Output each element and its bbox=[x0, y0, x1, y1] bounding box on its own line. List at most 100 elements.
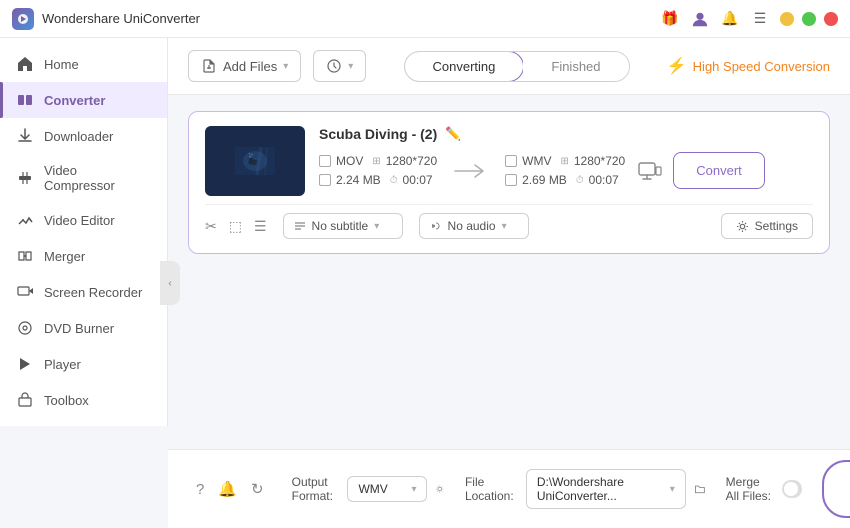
format-settings-icon[interactable] bbox=[435, 481, 444, 497]
file-name-row: Scuba Diving - (2) ✏️ bbox=[319, 126, 813, 142]
file-thumbnail bbox=[205, 126, 305, 196]
merge-files-section: Merge All Files: bbox=[726, 475, 802, 503]
sidebar-label-home: Home bbox=[44, 57, 79, 72]
file-info: Scuba Diving - (2) ✏️ MOV ⊞ 1280*720 bbox=[319, 126, 813, 189]
high-speed-section: ⚡ High Speed Conversion bbox=[667, 56, 830, 76]
copy-icon[interactable]: ⬚ bbox=[229, 218, 242, 235]
titlebar-left: Wondershare UniConverter bbox=[12, 8, 200, 30]
target-size: 2.69 MB bbox=[522, 173, 567, 187]
sidebar-label-player: Player bbox=[44, 357, 81, 372]
source-format-label: MOV bbox=[336, 154, 363, 168]
output-format-select[interactable]: WMV ▾ bbox=[347, 476, 427, 502]
menu-icon[interactable]: ☰ bbox=[750, 9, 770, 29]
maximize-button[interactable] bbox=[802, 12, 816, 26]
edit-name-icon[interactable]: ✏️ bbox=[445, 126, 461, 142]
path-caret: ▾ bbox=[670, 484, 675, 495]
add-media-button[interactable]: ▾ bbox=[313, 50, 366, 82]
compressor-icon bbox=[16, 169, 34, 187]
target-duration-icon: ⏱ bbox=[576, 175, 584, 186]
app-logo bbox=[12, 8, 34, 30]
source-format: MOV ⊞ 1280*720 2.24 MB ⏱ 00:07 bbox=[319, 154, 437, 187]
source-duration: 00:07 bbox=[403, 173, 433, 187]
conversion-info: MOV ⊞ 1280*720 2.24 MB ⏱ 00:07 bbox=[319, 152, 813, 189]
sidebar-label-editor: Video Editor bbox=[44, 213, 115, 228]
lightning-icon: ⚡ bbox=[667, 56, 687, 76]
gift-icon[interactable]: 🎁 bbox=[660, 9, 680, 29]
folder-icon[interactable] bbox=[694, 481, 706, 497]
source-size-icon bbox=[319, 174, 331, 186]
window-controls bbox=[780, 12, 838, 26]
source-format-row: MOV ⊞ 1280*720 bbox=[319, 154, 437, 168]
sidebar-item-toolbox[interactable]: Toolbox bbox=[0, 382, 167, 418]
sidebar-item-dvd-burner[interactable]: DVD Burner bbox=[0, 310, 167, 346]
minimize-button[interactable] bbox=[780, 12, 794, 26]
user-icon[interactable] bbox=[690, 9, 710, 29]
player-icon bbox=[16, 355, 34, 373]
device-export-icon[interactable] bbox=[633, 155, 665, 187]
subtitle-dropdown[interactable]: No subtitle ▾ bbox=[283, 213, 403, 239]
target-resolution-icon: ⊞ bbox=[560, 156, 568, 167]
target-format-icon bbox=[505, 155, 517, 167]
sidebar-item-video-compressor[interactable]: Video Compressor bbox=[0, 154, 167, 202]
help-icon[interactable]: ? bbox=[196, 481, 204, 498]
add-files-label: Add Files bbox=[223, 59, 277, 74]
subtitle-label: No subtitle bbox=[312, 219, 369, 233]
titlebar-right: 🎁 🔔 ☰ bbox=[660, 9, 838, 29]
source-format-icon bbox=[319, 155, 331, 167]
convert-button[interactable]: Convert bbox=[673, 152, 765, 189]
sidebar-item-merger[interactable]: Merger bbox=[0, 238, 167, 274]
sidebar-label-recorder: Screen Recorder bbox=[44, 285, 142, 300]
file-name-text: Scuba Diving - (2) bbox=[319, 126, 437, 142]
merge-toggle[interactable] bbox=[782, 480, 802, 498]
sidebar-label-downloader: Downloader bbox=[44, 129, 113, 144]
dvd-icon bbox=[16, 319, 34, 337]
tab-finished[interactable]: Finished bbox=[523, 52, 628, 81]
start-all-button[interactable]: Start All bbox=[822, 460, 850, 518]
high-speed-label: High Speed Conversion bbox=[693, 59, 830, 74]
toolbar-left: Add Files ▾ ▾ bbox=[188, 50, 366, 82]
downloader-icon bbox=[16, 127, 34, 145]
file-location-path[interactable]: D:\Wondershare UniConverter... ▾ bbox=[526, 469, 686, 509]
tab-group: Converting Finished bbox=[404, 51, 630, 82]
sidebar-item-player[interactable]: Player bbox=[0, 346, 167, 382]
sidebar-container: Home Converter Downloader bbox=[0, 38, 168, 528]
close-button[interactable] bbox=[824, 12, 838, 26]
add-files-button[interactable]: Add Files ▾ bbox=[188, 50, 301, 82]
sidebar-item-converter[interactable]: Converter bbox=[0, 82, 167, 118]
bottom-bar: ? 🔔 ↻ Output Format: WMV ▾ File Location… bbox=[168, 449, 850, 528]
tab-converting[interactable]: Converting bbox=[404, 51, 525, 82]
source-resolution-icon: ⊞ bbox=[372, 156, 380, 167]
bell-icon[interactable]: 🔔 bbox=[720, 9, 740, 29]
file-location-value: D:\Wondershare UniConverter... bbox=[537, 475, 662, 503]
audio-dropdown[interactable]: No audio ▾ bbox=[419, 213, 529, 239]
sidebar: Home Converter Downloader bbox=[0, 38, 168, 426]
sidebar-item-video-editor[interactable]: Video Editor bbox=[0, 202, 167, 238]
tool-icons: ✂ ⬚ ☰ bbox=[205, 218, 267, 235]
main-layout: Home Converter Downloader bbox=[0, 38, 850, 528]
toolbar: Add Files ▾ ▾ Converting Finished ⚡ High… bbox=[168, 38, 850, 95]
notification-icon[interactable]: 🔔 bbox=[218, 480, 237, 498]
sidebar-item-screen-recorder[interactable]: Screen Recorder bbox=[0, 274, 167, 310]
titlebar: Wondershare UniConverter 🎁 🔔 ☰ bbox=[0, 0, 850, 38]
sidebar-item-home[interactable]: Home bbox=[0, 46, 167, 82]
target-size-icon bbox=[505, 174, 517, 186]
refresh-icon[interactable]: ↻ bbox=[251, 480, 264, 498]
source-size-row: 2.24 MB ⏱ 00:07 bbox=[319, 173, 437, 187]
sidebar-item-downloader[interactable]: Downloader bbox=[0, 118, 167, 154]
add-dropdown-caret: ▾ bbox=[283, 61, 288, 72]
file-list: Scuba Diving - (2) ✏️ MOV ⊞ 1280*720 bbox=[168, 95, 850, 449]
audio-label: No audio bbox=[448, 219, 496, 233]
toggle-knob bbox=[784, 482, 798, 496]
editor-icon bbox=[16, 211, 34, 229]
merge-files-label: Merge All Files: bbox=[726, 475, 774, 503]
settings-button[interactable]: Settings bbox=[721, 213, 813, 239]
subtitle-caret: ▾ bbox=[374, 221, 379, 232]
scissors-icon[interactable]: ✂ bbox=[205, 218, 217, 235]
audio-caret: ▾ bbox=[502, 221, 507, 232]
home-icon bbox=[16, 55, 34, 73]
file-card-tools: ✂ ⬚ ☰ No subtitle ▾ No audio ▾ bbox=[205, 204, 813, 239]
merger-icon bbox=[16, 247, 34, 265]
options-icon[interactable]: ☰ bbox=[254, 218, 267, 235]
target-format: WMV ⊞ 1280*720 2.69 MB ⏱ 00:07 bbox=[505, 154, 625, 187]
arrow-container bbox=[445, 161, 497, 181]
